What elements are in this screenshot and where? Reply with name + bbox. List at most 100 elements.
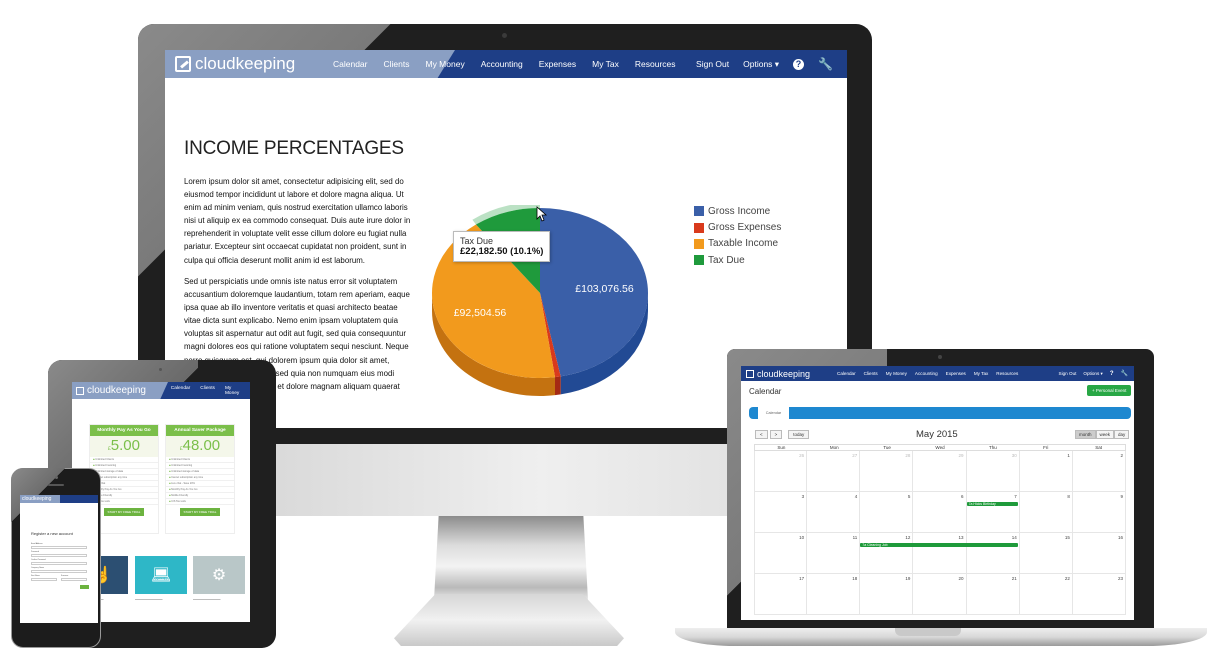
tile-text: ▬▬▬▬▬▬▬▬▬▬▬: [193, 598, 221, 601]
laptop-notch: [895, 628, 961, 636]
form-input[interactable]: [31, 546, 87, 549]
view-month-button[interactable]: month: [1075, 430, 1096, 439]
month-title: May 2015: [916, 429, 958, 440]
weekday-header: Sun Mon Tue Wed Thu Fri Sat: [754, 444, 1126, 451]
wrench-icon[interactable]: 🔧: [818, 57, 833, 71]
nav-my-money[interactable]: My Money: [220, 386, 250, 396]
calendar-day[interactable]: 27: [807, 451, 861, 492]
calendar-day[interactable]: 3: [754, 492, 808, 533]
calendar-day[interactable]: 17: [754, 574, 808, 615]
options-dropdown[interactable]: Options ▾: [743, 59, 779, 70]
sign-out-link[interactable]: Sign Out: [1059, 371, 1077, 376]
gears-icon[interactable]: ⚙: [193, 556, 245, 594]
calendar-day[interactable]: 1: [1019, 451, 1073, 492]
calendar-day[interactable]: 8: [1019, 492, 1073, 533]
form-input[interactable]: [31, 570, 87, 573]
laptop-logo[interactable]: cloudkeeping: [741, 369, 833, 379]
legend-item[interactable]: Tax Due: [694, 252, 781, 268]
legend-item[interactable]: Gross Expenses: [694, 219, 781, 235]
tooltip-value: £22,182.50 (10.1%): [460, 246, 544, 257]
nav-my-money[interactable]: My Money: [417, 59, 472, 69]
prev-month-button[interactable]: <: [755, 430, 768, 439]
laptop-camera: [938, 355, 942, 359]
calendar-day[interactable]: 6: [913, 492, 967, 533]
calendar-week: 26 27 28 29 30 1 2: [754, 451, 1126, 492]
calendar-day[interactable]: 18: [807, 574, 861, 615]
legend-item[interactable]: Taxable Income: [694, 236, 781, 252]
nav-my-tax[interactable]: My Tax: [584, 59, 627, 69]
calendar-day[interactable]: 9: [1072, 492, 1126, 533]
nav-expenses[interactable]: Expenses: [531, 59, 584, 69]
logo-text: cloudkeeping: [87, 385, 146, 396]
calendar-day[interactable]: 29: [913, 451, 967, 492]
nav-expenses[interactable]: Expenses: [942, 371, 970, 376]
nav-calendar[interactable]: Calendar: [325, 59, 376, 69]
start-free-trial-button[interactable]: START MY FREE TRIAL: [104, 508, 144, 516]
nav-my-tax[interactable]: My Tax: [970, 371, 992, 376]
calendar-day[interactable]: 28: [860, 451, 914, 492]
calendar-event[interactable]: 7a Cleaning Job: [860, 543, 1019, 547]
nav-calendar[interactable]: Calendar: [166, 386, 195, 396]
laptop-nav: cloudkeeping Calendar Clients My Money A…: [741, 366, 1134, 381]
add-personal-event-button[interactable]: + Personal Event: [1087, 385, 1132, 396]
calendar-day[interactable]: 10: [754, 533, 808, 574]
calendar-day[interactable]: 21: [966, 574, 1020, 615]
plan-feature: CIS Tax tools: [166, 499, 234, 505]
calendar-day[interactable]: 19: [860, 574, 914, 615]
nav-accounting[interactable]: Accounting: [473, 59, 531, 69]
form-input[interactable]: [31, 562, 87, 565]
start-free-trial-button[interactable]: START MY FREE TRIAL: [180, 508, 220, 516]
help-icon[interactable]: ?: [1110, 371, 1114, 377]
options-dropdown[interactable]: Options ▾: [1083, 371, 1102, 377]
calendar-day[interactable]: 4: [807, 492, 861, 533]
calendar-day[interactable]: 5: [860, 492, 914, 533]
nav-right: Sign Out Options ▾ ? 🔧: [696, 57, 833, 71]
wrench-icon[interactable]: 🔧: [1121, 370, 1128, 377]
calendar-day[interactable]: 15: [1019, 533, 1073, 574]
calendar-day[interactable]: 13: [913, 533, 967, 574]
nav-my-money[interactable]: My Money: [882, 371, 911, 376]
register-button[interactable]: [80, 585, 89, 589]
tab-calendar[interactable]: Calendar: [758, 407, 789, 419]
notepad-icon: [76, 386, 84, 395]
nav-clients[interactable]: Clients: [376, 59, 418, 69]
nav-accounting[interactable]: Accounting: [911, 371, 942, 376]
today-button[interactable]: today: [788, 430, 810, 439]
legend-item[interactable]: Gross Income: [694, 203, 781, 219]
plan-name: Monthly Pay As You Go: [90, 425, 158, 436]
calendar-event[interactable]: 7a Hicks Birthday: [966, 502, 1019, 506]
calendar-day[interactable]: 26: [754, 451, 808, 492]
calendar-day[interactable]: 2: [1072, 451, 1126, 492]
view-day-button[interactable]: day: [1114, 430, 1130, 439]
form-input[interactable]: [31, 554, 87, 557]
nav-resources[interactable]: Resources: [627, 59, 684, 69]
calendar-day[interactable]: 16: [1072, 533, 1126, 574]
nav-calendar[interactable]: Calendar: [833, 371, 860, 376]
nav-clients[interactable]: Clients: [860, 371, 882, 376]
phone-nav: cloudkeeping: [20, 495, 98, 503]
next-month-button[interactable]: >: [769, 430, 783, 439]
calendar-day[interactable]: 23: [1072, 574, 1126, 615]
nav-resources[interactable]: Resources: [992, 371, 1022, 376]
calendar-day[interactable]: 20: [913, 574, 967, 615]
notepad-icon: [746, 369, 754, 378]
nav-clients[interactable]: Clients: [195, 386, 220, 396]
legend-swatch: [694, 222, 704, 233]
help-icon[interactable]: ?: [793, 58, 805, 70]
top-nav: cloudkeeping Calendar Clients My Money A…: [165, 50, 847, 78]
calendar-day[interactable]: 30: [966, 451, 1020, 492]
calendar-day[interactable]: 7: [966, 492, 1020, 533]
logo[interactable]: cloudkeeping: [165, 54, 325, 74]
field-label: First Name: [31, 575, 40, 577]
phone-logo[interactable]: cloudkeeping: [20, 496, 62, 502]
calendar-day[interactable]: 22: [1019, 574, 1073, 615]
laptop-icon[interactable]: 💻︎: [135, 556, 187, 594]
form-input[interactable]: [31, 578, 57, 581]
calendar-day[interactable]: 11: [807, 533, 861, 574]
calendar-day[interactable]: 14: [966, 533, 1020, 574]
form-input[interactable]: [61, 578, 87, 581]
calendar-day[interactable]: 12: [860, 533, 914, 574]
view-week-button[interactable]: week: [1095, 430, 1115, 439]
tablet-logo[interactable]: cloudkeeping: [72, 385, 166, 396]
sign-out-link[interactable]: Sign Out: [696, 59, 729, 69]
